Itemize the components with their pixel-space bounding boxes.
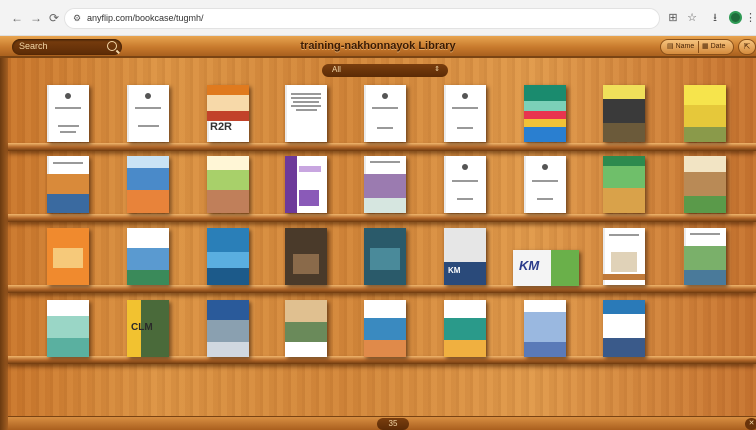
book-cover[interactable] [364, 85, 406, 142]
filter-selected-value: All [332, 65, 341, 74]
book-cover[interactable] [444, 300, 486, 357]
book-cover[interactable] [285, 156, 327, 213]
book-cover[interactable] [47, 228, 89, 285]
book-cover[interactable] [47, 300, 89, 357]
book-cover[interactable] [524, 300, 566, 357]
book-cover[interactable] [127, 85, 169, 142]
book-count-badge: 35 [377, 418, 409, 430]
book-cover[interactable]: KM [513, 250, 579, 286]
book-cover[interactable] [364, 156, 406, 213]
shelf-board [8, 214, 756, 222]
translate-icon[interactable]: ⊞ [666, 11, 680, 25]
sort-divider [698, 41, 699, 53]
library-title: training-nakhonnayok Library [300, 40, 456, 52]
book-cover[interactable] [127, 228, 169, 285]
menu-kebab-icon[interactable]: ⋮ [745, 11, 756, 25]
book-cover[interactable] [524, 85, 566, 142]
book-cover[interactable] [127, 156, 169, 213]
book-cover[interactable] [207, 156, 249, 213]
book-cover[interactable] [285, 300, 327, 357]
library-header: Search training-nakhonnayok Library ▤ Na… [0, 36, 756, 58]
book-cover[interactable] [603, 300, 645, 357]
book-cover[interactable] [285, 228, 327, 285]
book-cover[interactable] [47, 85, 89, 142]
book-cover[interactable] [603, 85, 645, 142]
book-cover[interactable] [444, 156, 486, 213]
shelf-side-panel [0, 36, 8, 430]
shelf-board [8, 143, 756, 151]
book-cover[interactable] [603, 228, 645, 285]
site-info-icon[interactable]: ⚙ [73, 13, 83, 23]
browser-toolbar: ← → ⟳ ⚙ anyflip.com/bookcase/tugmh/ ⊞ ☆ … [0, 0, 756, 36]
book-cover[interactable] [524, 156, 566, 213]
book-cover[interactable] [207, 300, 249, 357]
address-bar[interactable]: ⚙ anyflip.com/bookcase/tugmh/ [64, 8, 660, 29]
book-cover[interactable] [684, 85, 726, 142]
sort-toggle-group: ▤ Name ▦ Date [660, 39, 734, 55]
shelf-board [8, 285, 756, 293]
sort-date-label: Date [710, 43, 726, 50]
sort-by-name-button[interactable]: ▤ Name [667, 42, 694, 50]
book-cover[interactable] [444, 85, 486, 142]
share-icon[interactable]: ⇱ [738, 39, 756, 55]
book-title: KM [448, 266, 461, 275]
bookmark-star-icon[interactable]: ☆ [685, 11, 699, 25]
back-arrow-icon[interactable]: ← [10, 11, 24, 25]
book-cover[interactable] [684, 156, 726, 213]
book-cover[interactable] [285, 85, 327, 142]
book-title: CLM [131, 322, 153, 333]
category-filter-select[interactable]: All ⇕ [322, 64, 448, 77]
download-icon[interactable]: ⭳ [708, 11, 722, 25]
book-cover[interactable] [364, 300, 406, 357]
book-cover[interactable] [684, 228, 726, 285]
book-cover[interactable] [207, 228, 249, 285]
sort-by-date-button[interactable]: ▦ Date [702, 42, 725, 50]
book-cover[interactable]: KM [444, 228, 486, 285]
library-footer: 35 ✕ [8, 416, 756, 430]
book-cover[interactable] [364, 228, 406, 285]
book-cover[interactable] [47, 156, 89, 213]
close-icon[interactable]: ✕ [745, 418, 756, 430]
url-text[interactable]: anyflip.com/bookcase/tugmh/ [87, 13, 204, 23]
forward-arrow-icon[interactable]: → [29, 11, 43, 25]
book-title: KM [519, 258, 540, 273]
book-cover[interactable] [603, 156, 645, 213]
book-title: R2R [210, 121, 233, 133]
select-arrow-icon: ⇕ [434, 66, 440, 73]
profile-avatar[interactable] [729, 11, 742, 24]
book-cover[interactable]: R2R [207, 85, 249, 142]
sort-name-label: Name [675, 43, 695, 50]
reload-icon[interactable]: ⟳ [47, 11, 61, 25]
shelf-board [8, 356, 756, 364]
book-cover[interactable]: CLM [127, 300, 169, 357]
